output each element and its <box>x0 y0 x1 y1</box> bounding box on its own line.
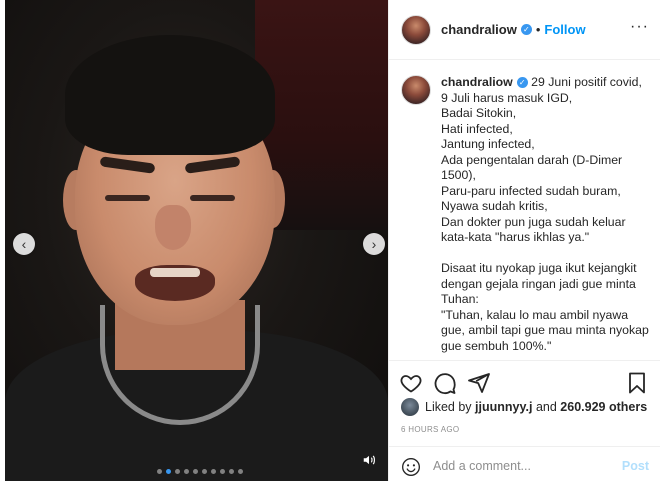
caption-line: Tuhan: <box>441 292 479 306</box>
follow-button[interactable]: Follow <box>544 22 585 37</box>
caption-line: "Tuhan, kalau lo mau ambil nyawa <box>441 307 629 322</box>
post-header: chandraliow ✓ • Follow ··· <box>389 0 660 60</box>
avatar[interactable] <box>401 14 431 45</box>
caption-line: Hati infected, <box>441 121 513 136</box>
carousel-prev-button[interactable]: ‹ <box>13 233 35 255</box>
carousel-dot <box>229 469 234 474</box>
caption-line: kata-kata "harus ikhlas ya." <box>441 230 590 244</box>
comment-input[interactable] <box>433 456 618 476</box>
carousel-next-button[interactable]: › <box>363 233 385 255</box>
post-comment-button[interactable]: Post <box>622 459 649 473</box>
action-bar <box>389 360 660 402</box>
caption-avatar[interactable] <box>401 75 431 105</box>
likes-and: and <box>535 400 557 414</box>
carousel-dot <box>157 469 162 474</box>
caption-line: 9 Juli harus masuk IGD, <box>441 90 573 105</box>
carousel-dot <box>166 469 171 474</box>
likes-prefix: Liked by <box>425 400 472 414</box>
emoji-icon[interactable] <box>401 457 421 477</box>
share-icon[interactable] <box>467 371 491 395</box>
caption-line <box>441 246 655 262</box>
caption-line: Nyawa sudah kritis, <box>441 199 548 213</box>
separator-dot: • <box>535 22 541 37</box>
more-options-icon[interactable]: ··· <box>630 18 649 36</box>
person-eye-right <box>190 195 235 201</box>
carousel-dot <box>211 469 216 474</box>
person-hair <box>65 35 275 155</box>
carousel-dot <box>184 469 189 474</box>
caption-line: gue sembuh 100%." <box>441 338 552 353</box>
carousel-dot <box>238 469 243 474</box>
liker-username[interactable]: jjuunnyy.j <box>475 400 532 414</box>
speaker-icon[interactable] <box>362 453 376 467</box>
person-teeth <box>150 268 200 277</box>
likes-count[interactable]: 260.929 others <box>560 400 647 414</box>
carousel-dot <box>193 469 198 474</box>
header-username[interactable]: chandraliow <box>441 22 517 37</box>
caption-first-line: chandraliow ✓ 29 Juni positif covid, <box>441 75 655 91</box>
post-timestamp[interactable]: 6 HOURS AGO <box>401 425 459 434</box>
caption-text: chandraliow ✓ 29 Juni positif covid, 9 Ju… <box>441 75 655 354</box>
caption-line: Paru-paru infected sudah buram, <box>441 183 621 198</box>
bookmark-icon[interactable] <box>625 371 649 395</box>
carousel-indicator <box>157 469 243 474</box>
heart-icon[interactable] <box>399 371 423 395</box>
carousel-dot <box>175 469 180 474</box>
caption-line: Dan dokter pun juga sudah keluar <box>441 214 626 229</box>
caption-line: Jantung infected, <box>441 137 535 151</box>
verified-badge-icon: ✓ <box>520 24 532 35</box>
carousel-dot <box>202 469 207 474</box>
liker-avatar[interactable] <box>401 398 419 416</box>
person-nose <box>155 205 191 250</box>
verified-badge-icon: ✓ <box>516 77 528 88</box>
post-media[interactable]: ‹ › <box>5 0 388 481</box>
comment-icon[interactable] <box>433 371 457 395</box>
caption-first-text: 29 Juni positif covid, <box>531 75 642 89</box>
likes-summary: Liked by jjuunnyy.j and 260.929 others <box>401 398 647 416</box>
caption-line: dengan gejala ringan jadi gue minta <box>441 276 636 291</box>
person-eye-left <box>105 195 150 201</box>
caption-line: gue, ambil tapi gue mau minta nyokap <box>441 323 649 337</box>
carousel-dot <box>220 469 225 474</box>
caption-line: Disaat itu nyokap juga ikut kejangkit <box>441 261 637 275</box>
caption-username[interactable]: chandraliow <box>441 75 513 89</box>
post-sidebar: chandraliow ✓ • Follow ··· chandraliow ✓ … <box>388 0 660 481</box>
caption-line: 1500), <box>441 168 476 182</box>
caption-line: Badai Sitokin, <box>441 106 517 120</box>
caption-line: Ada pengentalan darah (D-Dimer <box>441 152 623 167</box>
comment-bar: Post <box>389 446 660 481</box>
